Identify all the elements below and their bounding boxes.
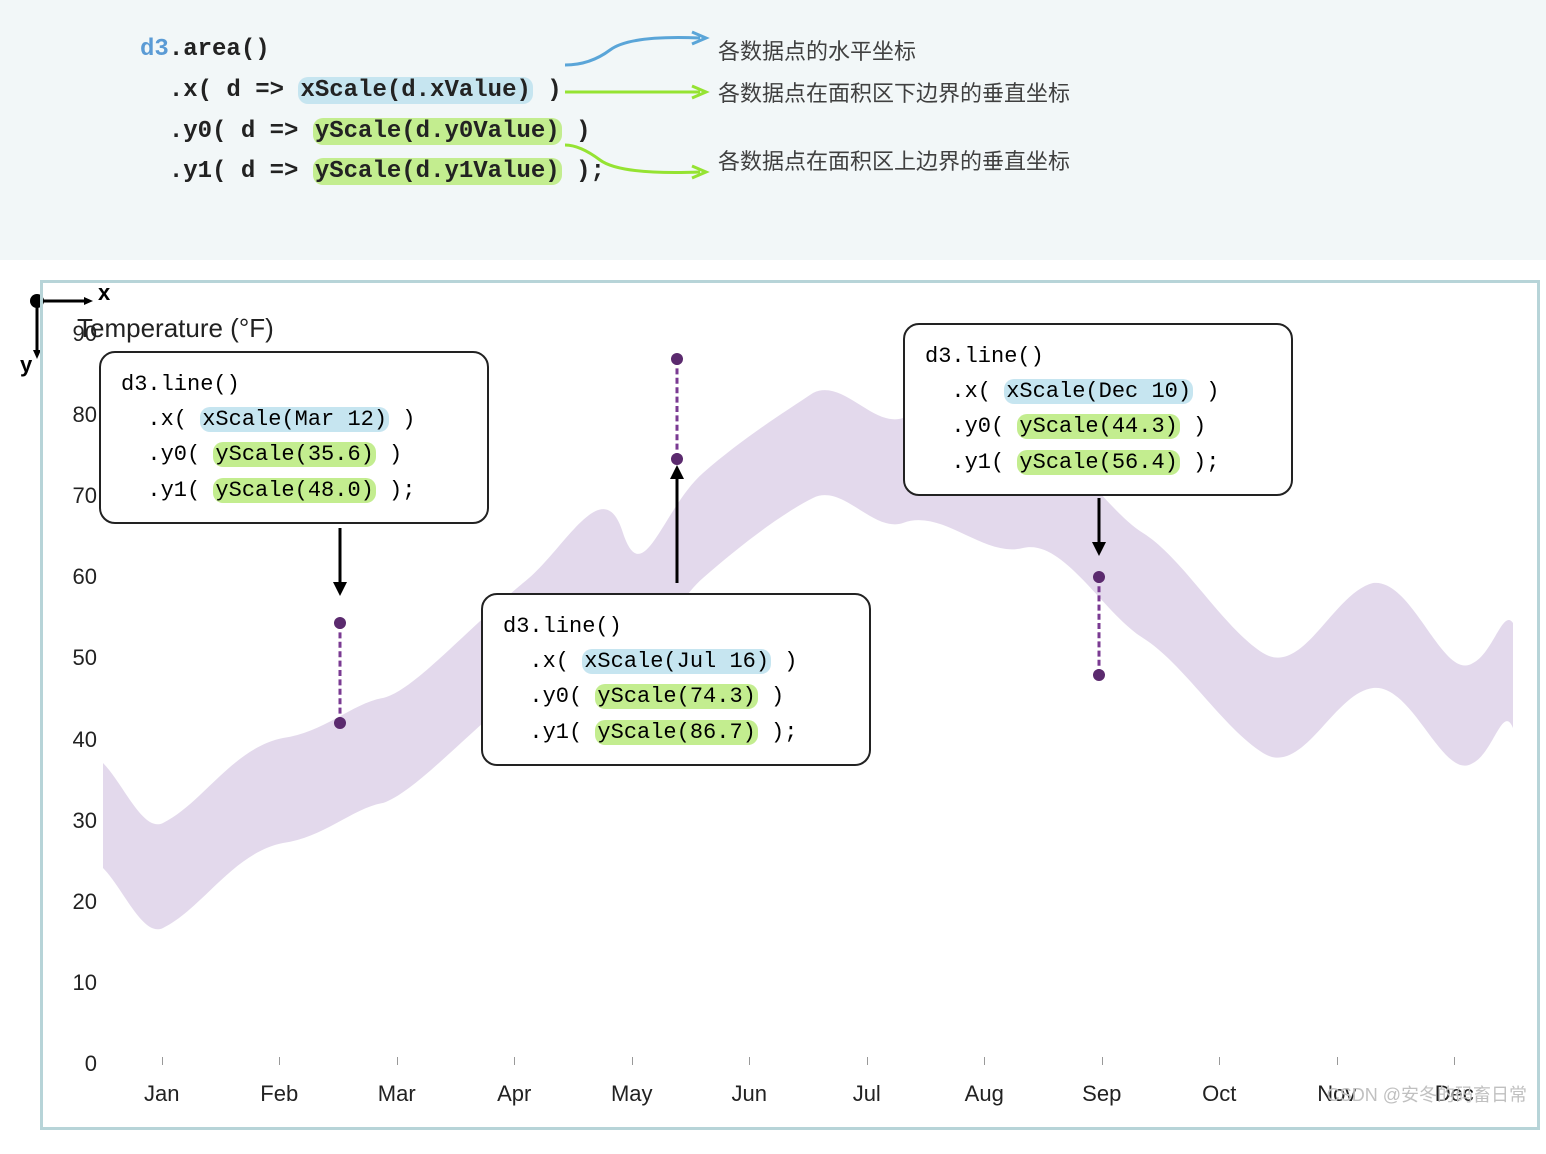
y-tick: 30: [63, 808, 97, 834]
arrow-curve-green-2: [560, 140, 710, 180]
data-point-mar-y0: [334, 717, 346, 729]
x-tick: Aug: [954, 1081, 1014, 1107]
callout-mar: d3.line() .x( xScale(Mar 12) ) .y0( ySca…: [99, 351, 489, 524]
x-gridline: [514, 1057, 515, 1065]
code-area-method: .area(): [169, 36, 270, 63]
dash-mar: [339, 623, 342, 723]
x-tick: May: [602, 1081, 662, 1107]
y-tick: 20: [63, 889, 97, 915]
code-hl-xscale: xScale(d.xValue): [298, 77, 532, 104]
x-gridline: [1454, 1057, 1455, 1065]
x-gridline: [397, 1057, 398, 1065]
x-tick: Mar: [367, 1081, 427, 1107]
y-tick: 90: [63, 321, 97, 347]
y-tick: 60: [63, 564, 97, 590]
x-tick: Sep: [1072, 1081, 1132, 1107]
y-tick: 50: [63, 645, 97, 671]
x-gridline: [1102, 1057, 1103, 1065]
chart-wrap: x y Temperature (°F) d3.line() .x( xScal…: [14, 280, 1532, 1130]
arrow-down-icon: [1089, 498, 1109, 558]
arrow-down-icon: [330, 528, 350, 598]
y-tick: 10: [63, 970, 97, 996]
x-gridline: [1337, 1057, 1338, 1065]
chart-frame: Temperature (°F) d3.line() .x( xScale(Ma…: [40, 280, 1540, 1130]
callout-dec: d3.line() .x( xScale(Dec 10) ) .y0( ySca…: [903, 323, 1293, 496]
x-gridline: [867, 1057, 868, 1065]
arrow-up-icon: [667, 463, 687, 583]
x-gridline: [1219, 1057, 1220, 1065]
data-point-dec-y1: [1093, 571, 1105, 583]
code-hl-y1scale: yScale(d.y1Value): [313, 158, 562, 185]
x-tick: Apr: [484, 1081, 544, 1107]
arrow-curve-green-1: [560, 72, 710, 112]
x-tick: Oct: [1189, 1081, 1249, 1107]
x-gridline: [984, 1057, 985, 1065]
x-gridline: [162, 1057, 163, 1065]
axis-y-label: y: [20, 352, 32, 378]
x-gridline: [279, 1057, 280, 1065]
x-tick: Feb: [249, 1081, 309, 1107]
data-point-jul-y1: [671, 353, 683, 365]
callout-jul: d3.line() .x( xScale(Jul 16) ) .y0( ySca…: [481, 593, 871, 766]
dash-dec: [1098, 577, 1101, 675]
data-point-mar-y1: [334, 617, 346, 629]
y-tick: 0: [63, 1051, 97, 1077]
x-gridline: [749, 1057, 750, 1065]
arrow-labels: 各数据点的水平坐标 各数据点在面积区下边界的垂直坐标 各数据点在面积区上边界的垂…: [560, 30, 1070, 182]
data-point-dec-y0: [1093, 669, 1105, 681]
x-tick: Jan: [132, 1081, 192, 1107]
label-y0-desc: 各数据点在面积区下边界的垂直坐标: [718, 76, 1070, 108]
code-explainer-panel: d3.area() .x( d => xScale(d.xValue) ) .y…: [0, 0, 1546, 260]
y-tick: 70: [63, 483, 97, 509]
code-d3-token: d3: [140, 36, 169, 63]
y-tick: 80: [63, 402, 97, 428]
watermark: CSDN @安冬的码畜日常: [1327, 1081, 1527, 1107]
label-y1-desc: 各数据点在面积区上边界的垂直坐标: [718, 144, 1070, 176]
x-tick: Jul: [837, 1081, 897, 1107]
dash-jul: [676, 359, 679, 459]
x-tick: Jun: [719, 1081, 779, 1107]
code-hl-y0scale: yScale(d.y0Value): [313, 118, 562, 145]
arrow-curve-blue: [560, 30, 710, 70]
y-tick: 40: [63, 727, 97, 753]
label-x-desc: 各数据点的水平坐标: [718, 34, 916, 66]
x-gridline: [632, 1057, 633, 1065]
